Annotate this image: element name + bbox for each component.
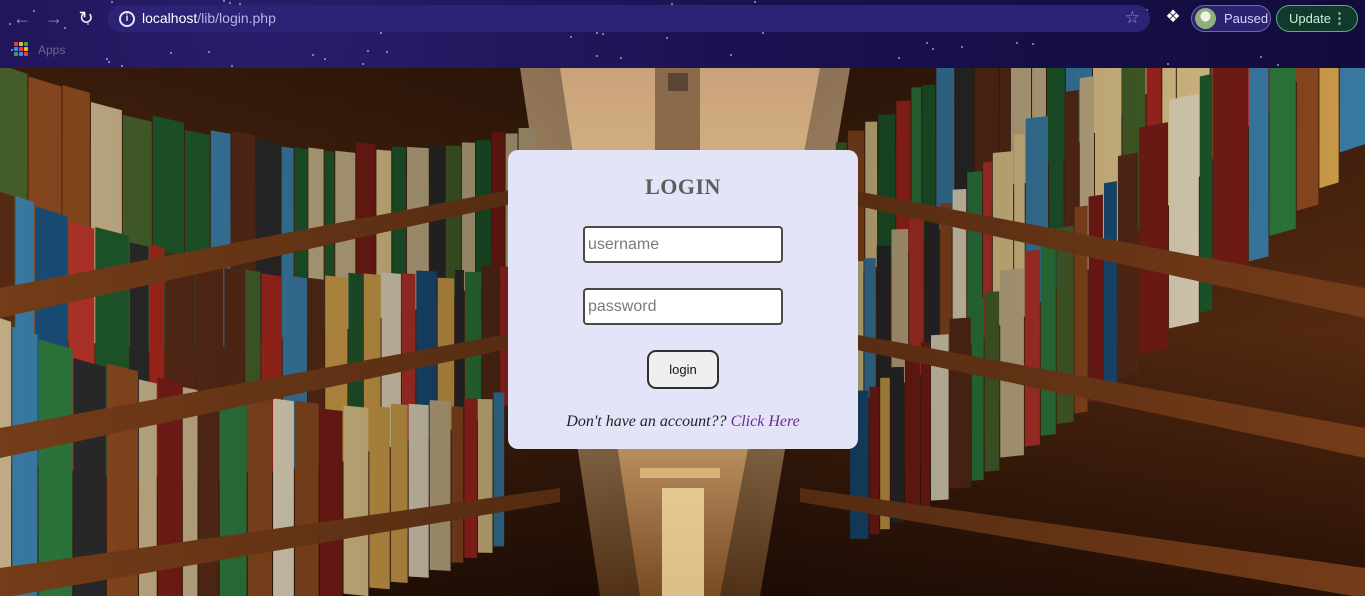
theme-star: [754, 1, 756, 3]
menu-dots-icon[interactable]: ⋮: [1332, 9, 1347, 27]
signup-prompt-text: Don't have an account??: [566, 413, 727, 430]
theme-star: [1016, 42, 1018, 44]
theme-star: [108, 61, 110, 63]
theme-star: [11, 49, 13, 51]
address-bar[interactable]: i localhost/lib/login.php ☆: [108, 5, 1150, 32]
theme-star: [380, 32, 382, 34]
info-icon[interactable]: i: [119, 11, 135, 27]
theme-star: [208, 51, 210, 53]
theme-star: [362, 63, 364, 65]
password-input[interactable]: [583, 288, 783, 325]
profile-status: Paused: [1224, 11, 1269, 26]
url-path: /lib/login.php: [197, 10, 276, 26]
theme-star: [730, 54, 732, 56]
login-button[interactable]: login: [647, 350, 719, 389]
page-title: LOGIN: [645, 174, 721, 199]
theme-star: [223, 0, 225, 2]
theme-star: [1167, 63, 1169, 65]
theme-star: [596, 32, 598, 34]
theme-star: [33, 10, 35, 12]
address-url[interactable]: localhost/lib/login.php: [142, 10, 276, 26]
url-host: localhost: [142, 10, 198, 26]
theme-star: [229, 2, 231, 4]
update-button[interactable]: Update ⋮: [1276, 5, 1358, 32]
theme-star: [961, 46, 963, 48]
extensions-puzzle-icon[interactable]: ❖: [1163, 7, 1183, 27]
forward-arrow-icon[interactable]: →: [43, 7, 65, 29]
theme-star: [1260, 56, 1262, 58]
signup-link[interactable]: Click Here: [731, 413, 800, 430]
back-arrow-icon[interactable]: ←: [11, 7, 33, 29]
theme-star: [926, 42, 928, 44]
theme-star: [231, 65, 233, 67]
update-label: Update: [1289, 11, 1331, 26]
reload-icon[interactable]: ↻: [75, 7, 97, 29]
theme-star: [602, 33, 604, 35]
theme-star: [367, 50, 369, 52]
theme-star: [312, 54, 314, 56]
theme-star: [620, 57, 622, 59]
theme-star: [121, 65, 123, 67]
avatar: [1195, 8, 1216, 29]
theme-star: [106, 58, 108, 60]
theme-star: [666, 37, 668, 39]
theme-star: [932, 48, 934, 50]
theme-star: [111, 1, 113, 3]
theme-star: [1032, 43, 1034, 45]
apps-label: Apps: [38, 43, 66, 57]
browser-chrome: ← → ↻ i localhost/lib/login.php ☆ ❖ Paus…: [0, 0, 1365, 68]
theme-star: [386, 51, 388, 53]
theme-star: [570, 36, 572, 38]
signup-prompt: Don't have an account?? Click Here: [508, 413, 858, 431]
apps-grid-icon: [14, 42, 28, 56]
theme-star: [324, 58, 326, 60]
theme-star: [898, 57, 900, 59]
theme-star: [762, 32, 764, 34]
profile-button[interactable]: Paused: [1191, 5, 1271, 32]
bookmark-star-icon[interactable]: ☆: [1125, 8, 1140, 28]
theme-star: [170, 52, 172, 54]
theme-star: [1277, 64, 1279, 66]
theme-star: [596, 55, 598, 57]
username-input[interactable]: [583, 226, 783, 263]
login-card: LOGIN login Don't have an account?? Clic…: [508, 150, 858, 449]
